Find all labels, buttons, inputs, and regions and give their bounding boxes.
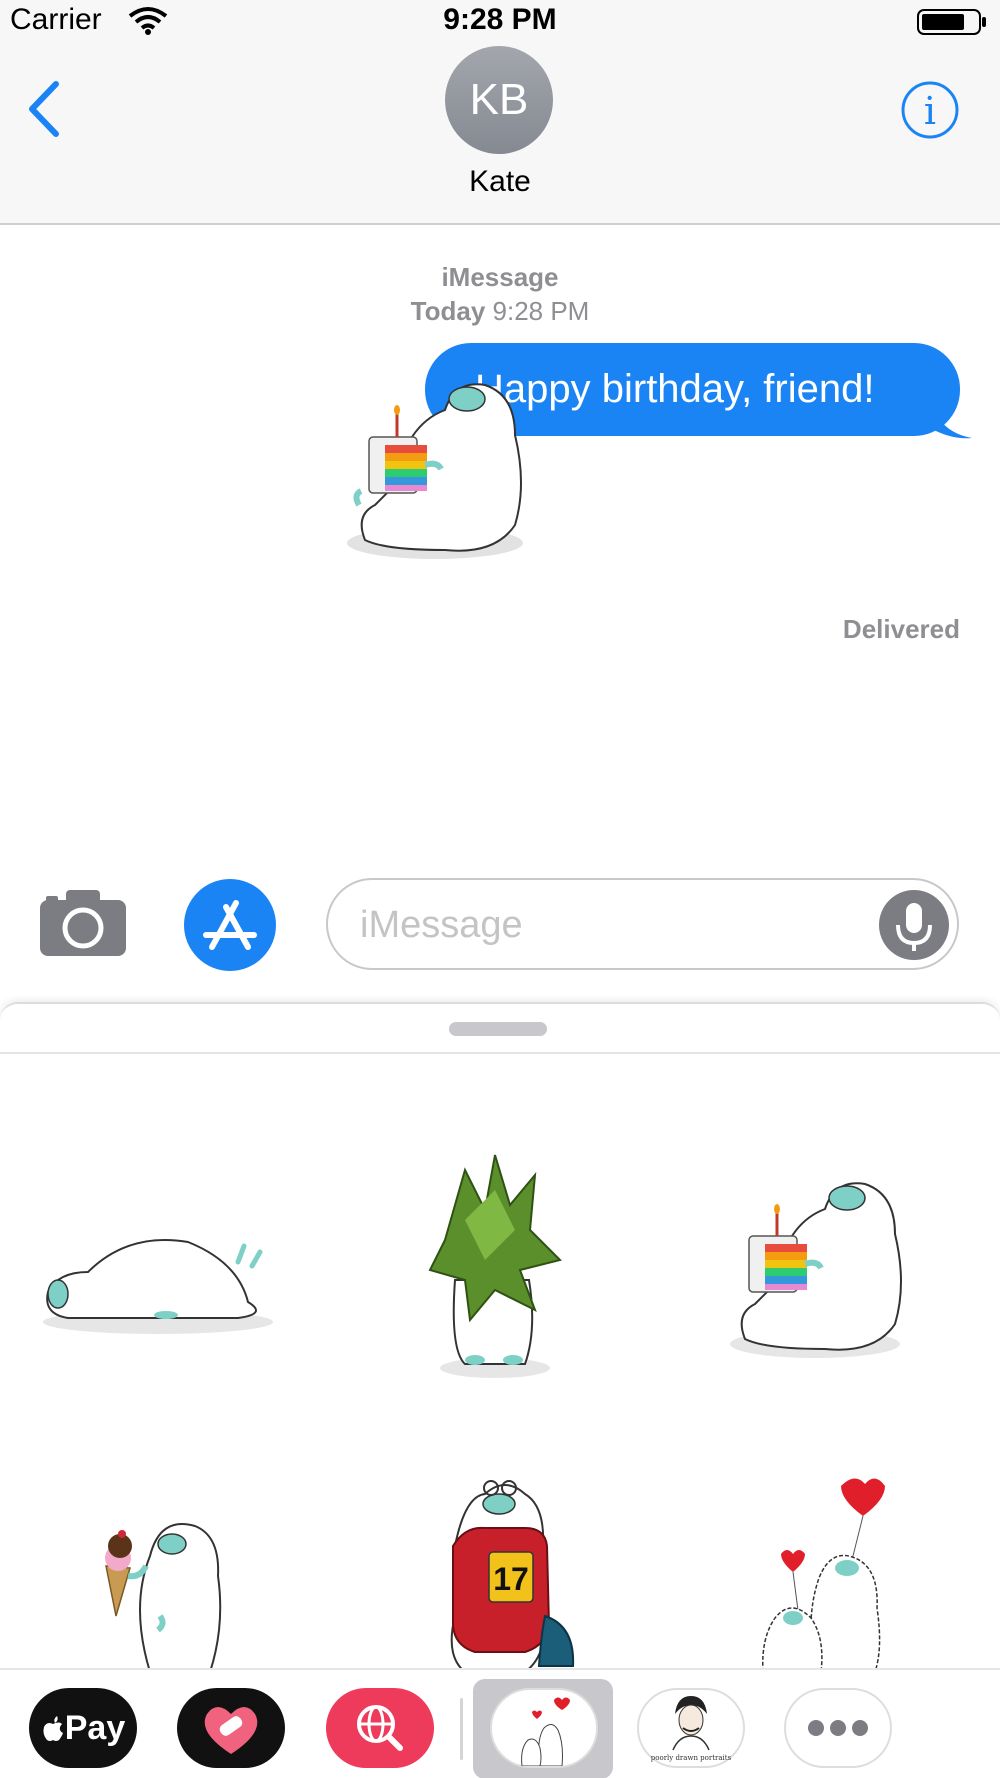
sticker-yeti-lying-down[interactable] xyxy=(38,1222,278,1342)
message-timestamp: Today 9:28 PM xyxy=(0,296,1000,327)
sticker-yeti-behind-leaves[interactable] xyxy=(425,1150,565,1380)
heart-bandage-icon xyxy=(204,1707,258,1754)
message-input-placeholder: iMessage xyxy=(360,904,523,946)
timestamp-day: Today xyxy=(410,296,486,326)
poorly-drawn-portraits-app[interactable]: poorly drawn portraits xyxy=(637,1688,745,1768)
camera-icon[interactable] xyxy=(38,888,128,958)
swimmer-number: 17 xyxy=(493,1561,529,1597)
battery-icon xyxy=(917,9,986,35)
microphone-icon[interactable] xyxy=(878,889,950,961)
app-store-icon[interactable] xyxy=(182,875,282,975)
apple-pay-label: Pay xyxy=(64,1709,126,1747)
timestamp-time: 9:28 PM xyxy=(492,296,590,326)
info-icon[interactable]: i xyxy=(900,80,960,140)
contact-avatar[interactable]: KB xyxy=(445,46,553,154)
apple-logo-icon xyxy=(43,1716,63,1741)
more-apps-button[interactable] xyxy=(784,1688,892,1768)
sticker-drawer: 17 xyxy=(0,1002,1000,1778)
digital-touch-app[interactable] xyxy=(177,1688,285,1768)
message-input[interactable]: iMessage xyxy=(326,878,959,970)
contact-name[interactable]: Kate xyxy=(0,165,1000,199)
delivery-status: Delivered xyxy=(842,614,960,644)
bubble-tail xyxy=(930,398,972,439)
drawer-separator xyxy=(0,1052,1000,1054)
image-search-app[interactable] xyxy=(326,1688,434,1768)
yeti-hearts-icon xyxy=(521,1697,570,1767)
poe-app-caption: poorly drawn portraits xyxy=(651,1754,732,1762)
app-dock: Pay poorly drawn portraits xyxy=(0,1668,1000,1778)
sticker-yetis-heart-balloons[interactable] xyxy=(755,1468,895,1672)
globe-search-icon xyxy=(357,1705,403,1751)
status-bar: Carrier 9:28 PM xyxy=(0,0,1000,44)
yeti-sticker-app[interactable] xyxy=(490,1688,598,1768)
status-time: 9:28 PM xyxy=(443,3,557,36)
sticker-yeti-swimmer[interactable]: 17 xyxy=(425,1466,585,1672)
service-label: iMessage xyxy=(441,262,559,292)
svg-text:i: i xyxy=(924,89,936,133)
drawer-grabber[interactable] xyxy=(449,1022,547,1036)
sticker-yeti-birthday-cake[interactable] xyxy=(725,1164,915,1364)
dock-divider xyxy=(460,1698,463,1760)
ellipsis-icon xyxy=(808,1720,868,1736)
sent-yeti-cake-sticker[interactable] xyxy=(345,365,535,565)
sticker-yeti-ice-cream[interactable] xyxy=(100,1506,230,1672)
apple-pay-app[interactable]: Pay xyxy=(29,1688,137,1768)
portrait-icon: poorly drawn portraits xyxy=(651,1696,732,1762)
back-chevron-icon[interactable] xyxy=(26,80,62,138)
